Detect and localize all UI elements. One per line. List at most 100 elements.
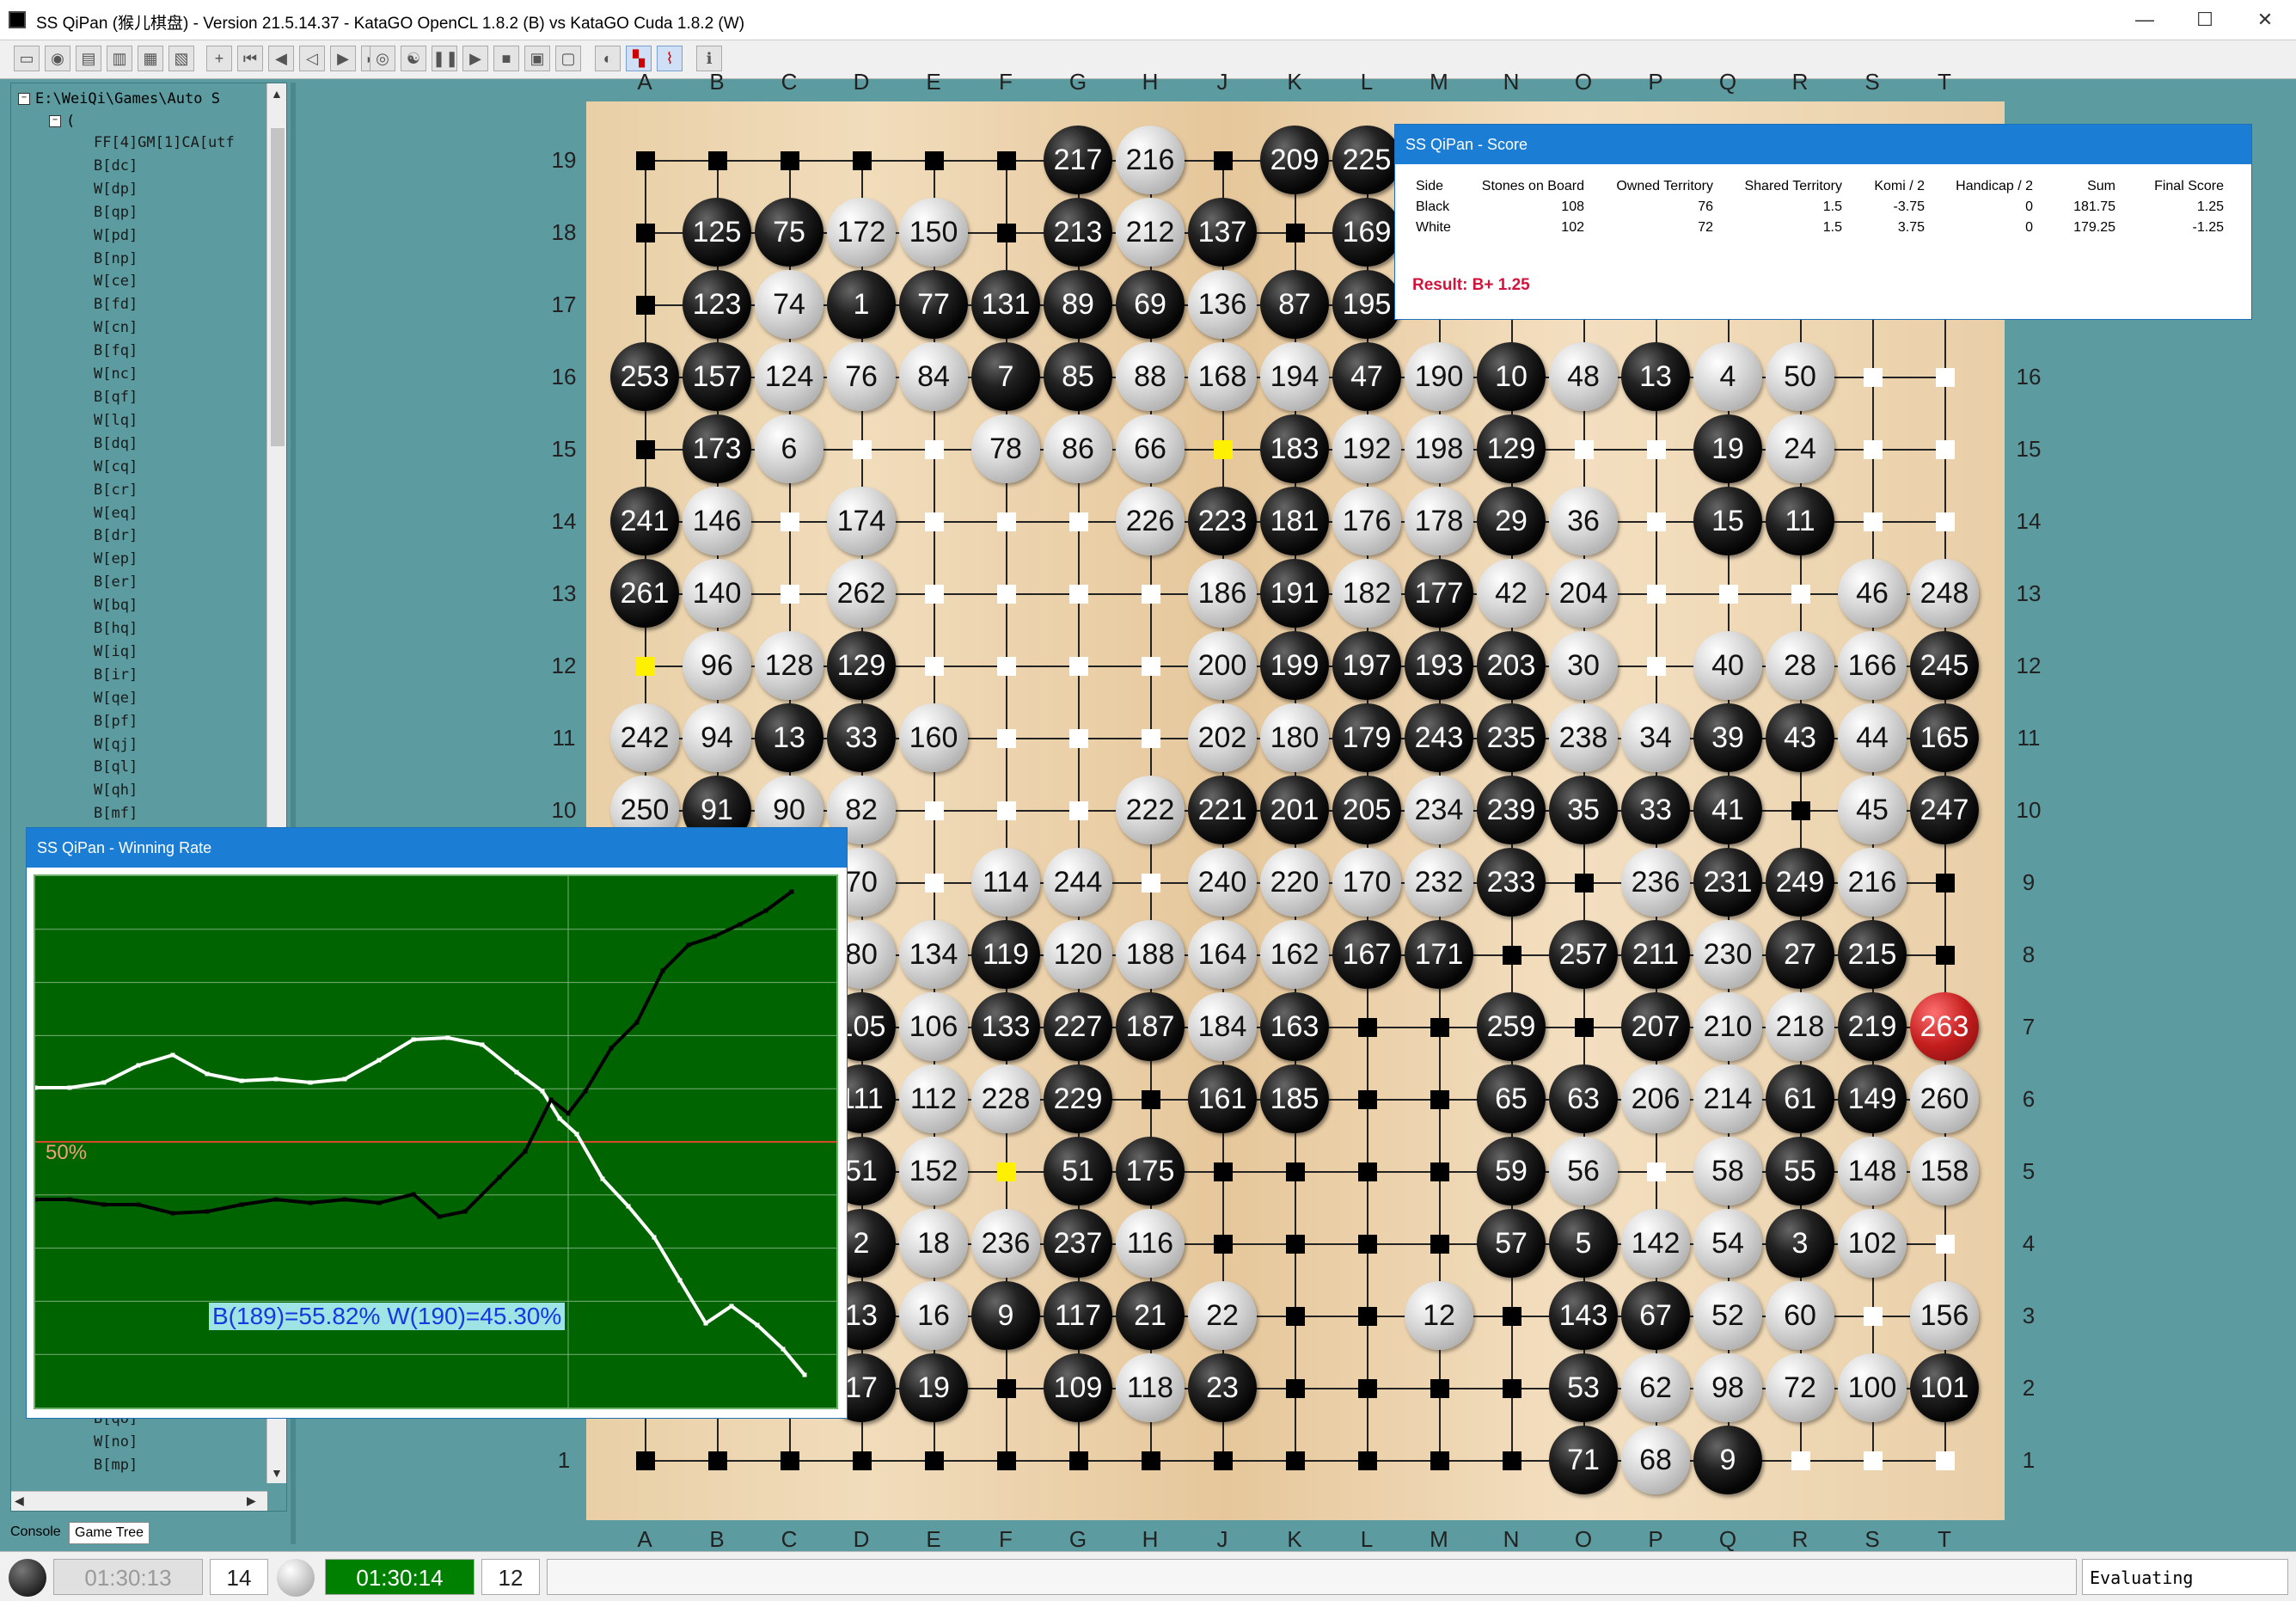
black-stone[interactable]: 165 — [1910, 703, 1979, 772]
white-stone[interactable]: 40 — [1693, 631, 1762, 700]
black-stone[interactable]: 203 — [1477, 631, 1546, 700]
white-stone[interactable]: 242 — [610, 703, 679, 772]
black-stone[interactable]: 53 — [1549, 1353, 1618, 1422]
tree-node[interactable]: FF[4]GM[1]CA[utf — [94, 132, 235, 155]
open-file-icon[interactable]: ◉ — [45, 46, 70, 71]
black-stone[interactable]: 201 — [1260, 776, 1329, 844]
black-stone[interactable]: 125 — [683, 198, 751, 267]
stop-icon[interactable]: ■ — [493, 46, 519, 71]
white-stone[interactable]: 160 — [899, 703, 968, 772]
black-stone[interactable]: 85 — [1044, 342, 1112, 411]
white-stone[interactable]: 68 — [1621, 1426, 1690, 1494]
tree-node[interactable]: B[mp] — [94, 1454, 138, 1477]
collapse-icon[interactable]: − — [49, 115, 61, 127]
pause-icon[interactable]: ❚❚ — [432, 46, 458, 71]
add-icon[interactable]: + — [206, 46, 232, 71]
black-stone[interactable]: 237 — [1044, 1209, 1112, 1278]
black-stone[interactable]: 253 — [610, 342, 679, 411]
white-stone[interactable]: 34 — [1621, 703, 1690, 772]
white-stone[interactable]: 174 — [827, 487, 896, 555]
white-stone[interactable]: 86 — [1044, 414, 1112, 483]
white-stone[interactable]: 72 — [1766, 1353, 1834, 1422]
white-stone[interactable]: 172 — [827, 198, 896, 267]
black-stone[interactable]: 207 — [1621, 992, 1690, 1061]
black-stone[interactable]: 77 — [899, 270, 968, 339]
black-stone[interactable]: 21 — [1116, 1281, 1185, 1350]
tree-node[interactable]: W[dp] — [94, 178, 235, 201]
black-stone[interactable]: 261 — [610, 559, 679, 628]
white-stone[interactable]: 42 — [1477, 559, 1546, 628]
tree-node[interactable]: W[no] — [94, 1431, 138, 1454]
black-stone[interactable]: 89 — [1044, 270, 1112, 339]
save-file-icon[interactable]: ▤ — [76, 46, 101, 71]
black-stone[interactable]: 1 — [827, 270, 896, 339]
black-stone[interactable]: 225 — [1332, 126, 1401, 194]
black-stone[interactable]: 185 — [1260, 1064, 1329, 1133]
black-stone[interactable]: 123 — [683, 270, 751, 339]
white-stone[interactable]: 186 — [1188, 559, 1257, 628]
black-stone[interactable]: 59 — [1477, 1137, 1546, 1205]
tree-node[interactable]: B[fq] — [94, 340, 235, 363]
tree-node[interactable]: W[eq] — [94, 502, 235, 525]
tree-node[interactable]: B[np] — [94, 248, 235, 271]
white-stone[interactable]: 44 — [1838, 703, 1907, 772]
winrate-plot[interactable]: 50% B(189)=55.82% W(190)=45.30% — [34, 874, 838, 1409]
white-stone[interactable]: 212 — [1116, 198, 1185, 267]
black-stone[interactable]: 199 — [1260, 631, 1329, 700]
tree-node[interactable]: B[pf] — [94, 710, 235, 733]
play-icon[interactable]: ▶ — [462, 46, 488, 71]
tile-icon[interactable]: ▣ — [524, 46, 550, 71]
white-stone[interactable]: 234 — [1405, 776, 1473, 844]
white-stone[interactable]: 240 — [1188, 848, 1257, 917]
tree-node[interactable]: B[dq] — [94, 432, 235, 456]
yin-yang-icon[interactable]: ☯ — [401, 46, 426, 71]
white-stone[interactable]: 248 — [1910, 559, 1979, 628]
tree-node[interactable]: W[cq] — [94, 456, 235, 479]
white-stone[interactable]: 62 — [1621, 1353, 1690, 1422]
black-stone[interactable]: 179 — [1332, 703, 1401, 772]
white-stone[interactable]: 194 — [1260, 342, 1329, 411]
white-stone[interactable]: 54 — [1693, 1209, 1762, 1278]
black-stone[interactable]: 3 — [1766, 1209, 1834, 1278]
white-stone[interactable]: 6 — [755, 414, 823, 483]
black-stone[interactable]: 19 — [899, 1353, 968, 1422]
info-icon[interactable]: ℹ — [696, 46, 722, 71]
black-stone[interactable]: 183 — [1260, 414, 1329, 483]
analysis-icon[interactable]: ▚ — [626, 46, 652, 71]
white-stone[interactable]: 226 — [1116, 487, 1185, 555]
black-stone[interactable]: 27 — [1766, 920, 1834, 989]
white-stone[interactable]: 164 — [1188, 920, 1257, 989]
black-stone[interactable]: 13 — [1621, 342, 1690, 411]
black-stone[interactable]: 9 — [1693, 1426, 1762, 1494]
scroll-right-icon[interactable]: ▶ — [247, 1494, 256, 1508]
black-stone[interactable]: 157 — [683, 342, 751, 411]
black-stone[interactable]: 129 — [827, 631, 896, 700]
white-stone[interactable]: 200 — [1188, 631, 1257, 700]
black-stone[interactable]: 161 — [1188, 1064, 1257, 1133]
tree-node[interactable]: B[hq] — [94, 617, 235, 641]
black-stone[interactable]: 245 — [1910, 631, 1979, 700]
white-stone[interactable]: 76 — [827, 342, 896, 411]
white-stone[interactable]: 58 — [1693, 1137, 1762, 1205]
white-stone[interactable]: 118 — [1116, 1353, 1185, 1422]
white-stone[interactable]: 84 — [899, 342, 968, 411]
black-stone[interactable]: 69 — [1116, 270, 1185, 339]
white-stone[interactable]: 28 — [1766, 631, 1834, 700]
black-stone[interactable]: 211 — [1621, 920, 1690, 989]
black-stone[interactable]: 195 — [1332, 270, 1401, 339]
black-stone[interactable]: 209 — [1260, 126, 1329, 194]
white-stone[interactable]: 146 — [683, 487, 751, 555]
black-stone[interactable]: 131 — [971, 270, 1040, 339]
white-stone[interactable]: 222 — [1116, 776, 1185, 844]
white-stone[interactable]: 150 — [899, 198, 968, 267]
black-stone[interactable]: 243 — [1405, 703, 1473, 772]
white-stone[interactable]: 48 — [1549, 342, 1618, 411]
black-stone[interactable]: 41 — [1693, 776, 1762, 844]
white-stone[interactable]: 232 — [1405, 848, 1473, 917]
white-stone[interactable]: 140 — [683, 559, 751, 628]
window-icon[interactable]: ▢ — [555, 46, 581, 71]
white-stone[interactable]: 46 — [1838, 559, 1907, 628]
black-stone[interactable]: 5 — [1549, 1209, 1618, 1278]
tree-node[interactable]: B[dr] — [94, 524, 235, 548]
tree-node[interactable]: W[pd] — [94, 224, 235, 248]
